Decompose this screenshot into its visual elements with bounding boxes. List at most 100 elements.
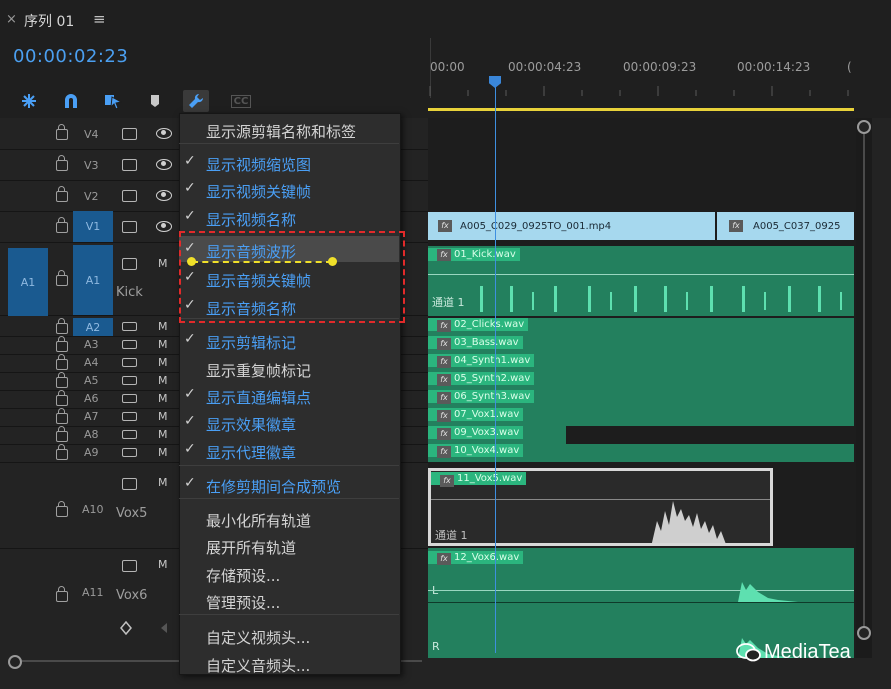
source-patch-a1[interactable]: A1: [8, 248, 48, 316]
sync-lock-icon[interactable]: [122, 322, 137, 331]
lock-icon[interactable]: [56, 444, 68, 460]
menu-item[interactable]: 显示重复帧标记: [179, 356, 399, 382]
menu-item[interactable]: ✓ 显示效果徽章: [179, 410, 399, 436]
mute-button[interactable]: M: [158, 446, 168, 459]
mute-button[interactable]: M: [158, 392, 168, 405]
lock-icon[interactable]: [56, 390, 68, 406]
menu-item[interactable]: ✓ 显示视频关键帧: [179, 177, 399, 203]
lock-icon[interactable]: [56, 426, 68, 442]
video-clip[interactable]: fx A005_C029_0925TO_001.mp4: [428, 212, 715, 240]
time-ruler[interactable]: 00:00 00:00:04:23 00:00:09:23 00:00:14:2…: [428, 38, 858, 112]
sync-lock-icon[interactable]: [122, 358, 137, 367]
mute-button[interactable]: M: [158, 558, 168, 571]
menu-item[interactable]: 最小化所有轨道: [179, 506, 399, 532]
track-target-v1[interactable]: V1: [73, 211, 113, 242]
scroll-handle-top[interactable]: [857, 120, 871, 134]
sequence-tab-title[interactable]: 序列 01: [24, 11, 74, 31]
lock-icon[interactable]: [56, 155, 68, 171]
mute-button[interactable]: M: [158, 338, 168, 351]
menu-item[interactable]: 自定义视频头...: [179, 623, 399, 649]
menu-item[interactable]: ✓ 在修剪期间合成预览: [179, 472, 399, 498]
eye-icon[interactable]: [156, 221, 172, 232]
menu-item[interactable]: 自定义音频头...: [179, 651, 399, 677]
audio-clip[interactable]: fx 02_Clicks.wav fx: [428, 318, 854, 336]
prev-keyframe-icon[interactable]: [160, 622, 168, 634]
lock-icon[interactable]: [56, 318, 68, 334]
sync-lock-icon[interactable]: [122, 394, 137, 403]
menu-item[interactable]: ✓ 显示代理徽章: [179, 438, 399, 464]
keyframe-icon[interactable]: [120, 621, 132, 635]
sync-lock-icon[interactable]: [122, 190, 137, 202]
lock-icon[interactable]: [56, 354, 68, 370]
linked-select-icon[interactable]: [100, 90, 126, 112]
menu-item[interactable]: ✓ 显示剪辑标记: [179, 328, 399, 354]
sync-lock-icon[interactable]: [122, 376, 137, 385]
mute-button[interactable]: M: [158, 320, 168, 333]
audio-clip[interactable]: 09_Vox3.wav fx: [428, 426, 566, 444]
track-target-a1[interactable]: A1: [73, 245, 113, 315]
sync-lock-icon[interactable]: [122, 221, 137, 233]
mute-button[interactable]: M: [158, 410, 168, 423]
lock-icon[interactable]: [56, 408, 68, 424]
audio-clip[interactable]: 10_Vox4.wav fx: [428, 444, 854, 462]
vertical-scrollbar[interactable]: [856, 118, 872, 658]
mute-button[interactable]: M: [158, 356, 168, 369]
audio-clip[interactable]: 07_Vox1.wav fx: [428, 408, 854, 426]
lock-icon[interactable]: [56, 270, 68, 286]
sync-lock-icon[interactable]: [122, 478, 137, 490]
timeline-lanes[interactable]: fx A005_C029_0925TO_001.mp4 fx A005_C037…: [428, 118, 856, 658]
menu-item[interactable]: 展开所有轨道: [179, 533, 399, 559]
sync-lock-icon[interactable]: [122, 258, 137, 270]
lock-icon[interactable]: [56, 186, 68, 202]
video-clip[interactable]: fx A005_C037_0925: [717, 212, 854, 240]
snap-insert-icon[interactable]: [16, 90, 42, 112]
lock-icon[interactable]: [56, 217, 68, 233]
sync-lock-icon[interactable]: [122, 430, 137, 439]
scroll-track[interactable]: [863, 134, 865, 634]
lock-icon[interactable]: [56, 372, 68, 388]
audio-clip-kick[interactable]: fx 01_Kick.wav fx 通道 1: [428, 246, 854, 316]
magnet-icon[interactable]: [58, 90, 84, 112]
lock-icon[interactable]: [56, 586, 68, 602]
sync-lock-icon[interactable]: [122, 340, 137, 349]
mute-button[interactable]: M: [158, 476, 168, 489]
audio-clip[interactable]: 04_Synth1.wav fx: [428, 354, 854, 372]
menu-item[interactable]: 存储预设...: [179, 561, 399, 587]
lock-icon[interactable]: [56, 501, 68, 517]
menu-item[interactable]: ✓ 显示视频名称: [179, 205, 399, 231]
track-label: A4: [84, 356, 99, 369]
menu-item[interactable]: 管理预设...: [179, 588, 399, 614]
sync-lock-icon[interactable]: [122, 448, 137, 457]
track-name: Vox6: [116, 588, 148, 603]
playhead-timecode[interactable]: 00:00:02:23: [13, 46, 128, 67]
menu-item[interactable]: ✓ 显示视频缩览图: [179, 150, 399, 176]
sync-lock-icon[interactable]: [122, 128, 137, 140]
scroll-handle-bottom[interactable]: [857, 626, 871, 640]
fx-badge: fx: [437, 338, 451, 350]
sync-lock-icon[interactable]: [122, 159, 137, 171]
mute-button[interactable]: M: [158, 374, 168, 387]
cc-icon[interactable]: CC: [228, 90, 254, 112]
lock-icon[interactable]: [56, 124, 68, 140]
audio-clip[interactable]: 05_Synth2.wav fx: [428, 372, 854, 390]
eye-icon[interactable]: [156, 190, 172, 201]
close-tab-button[interactable]: ×: [6, 12, 17, 27]
audio-clip[interactable]: 06_Synth3.wav fx: [428, 390, 854, 408]
mute-button[interactable]: M: [158, 428, 168, 441]
wrench-icon[interactable]: [183, 90, 209, 112]
work-area-bar[interactable]: [428, 108, 854, 111]
menu-item[interactable]: 显示源剪辑名称和标签: [179, 117, 399, 143]
track-target-a2[interactable]: A2: [73, 318, 113, 336]
audio-clip[interactable]: 03_Bass.wav fx: [428, 336, 854, 354]
lock-icon[interactable]: [56, 336, 68, 352]
marker-icon[interactable]: [142, 90, 168, 112]
hscroll-handle-left[interactable]: [8, 655, 22, 669]
eye-icon[interactable]: [156, 128, 172, 139]
eye-icon[interactable]: [156, 159, 172, 170]
sync-lock-icon[interactable]: [122, 412, 137, 421]
tab-menu-icon[interactable]: ≡: [93, 10, 106, 28]
menu-item[interactable]: ✓ 显示直通编辑点: [179, 383, 399, 409]
audio-clip-vox5[interactable]: 11_Vox5.wav fx 通道 1: [428, 468, 773, 546]
sync-lock-icon[interactable]: [122, 560, 137, 572]
mute-button[interactable]: M: [158, 257, 168, 270]
